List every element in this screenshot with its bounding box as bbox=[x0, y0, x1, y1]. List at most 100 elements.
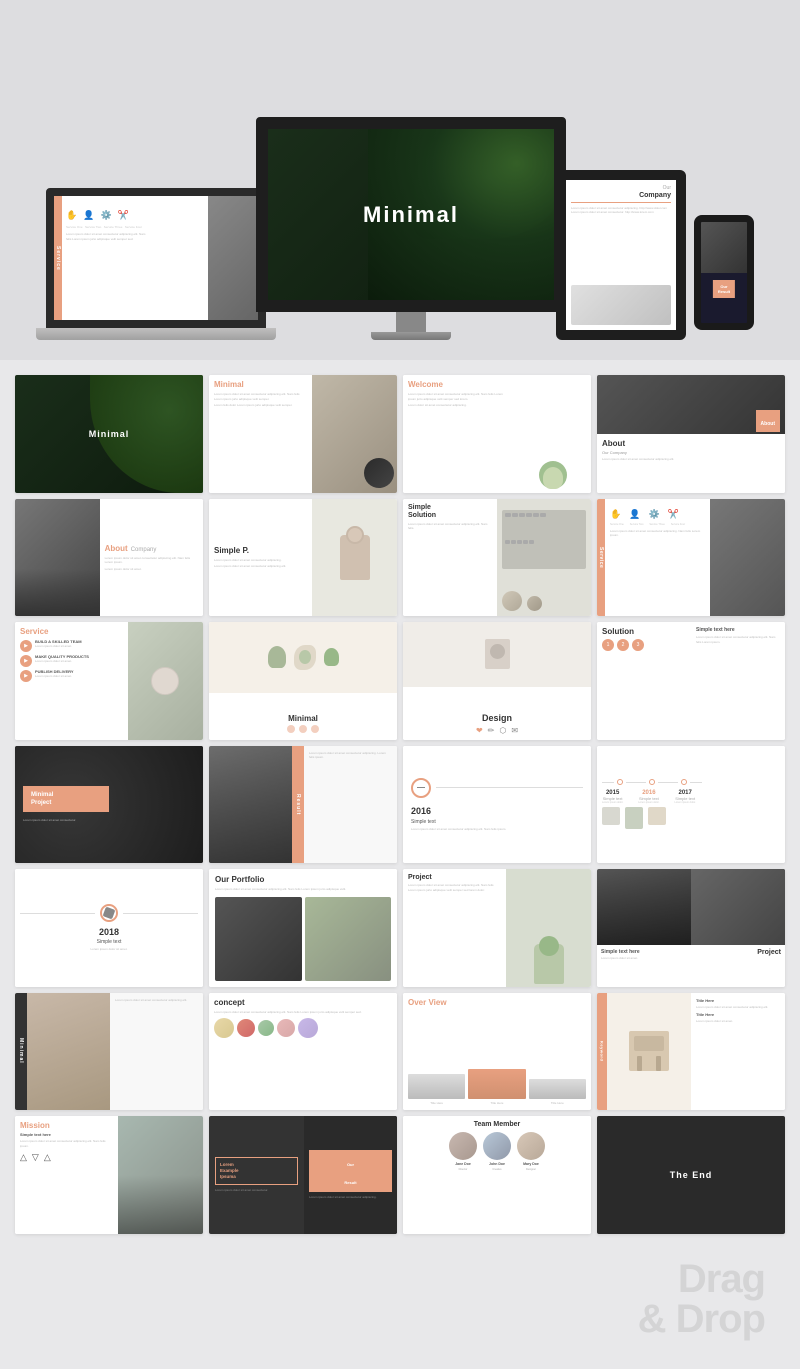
drag-drop-section: Drag& Drop bbox=[15, 1234, 785, 1354]
slide-27: Team Member Jane Doe Director John Doe C… bbox=[403, 1116, 591, 1234]
slide-25-simple: Simple text here bbox=[20, 1132, 113, 1137]
slide-24-body: Lorem ipsum dolor sit amet consectetur a… bbox=[696, 1005, 780, 1010]
slide-7-body: Lorem ipsum dolor sit amet consectetur a… bbox=[408, 522, 492, 531]
slide-23: Over View Title Here Title Here Title He… bbox=[403, 993, 591, 1111]
slide-9: Service ▶ BUILD A SKILLED TEAM Lorem ips… bbox=[15, 622, 203, 740]
slide-6-body: Lorem ipsum dolor sit amet consectetur a… bbox=[214, 558, 307, 563]
slide-12-step3: 3 bbox=[632, 639, 644, 651]
phone-screen: Our Result bbox=[694, 215, 754, 330]
laptop-icon-2: 👤 bbox=[83, 210, 94, 221]
laptop-service-label: Service bbox=[55, 246, 61, 271]
tablet-divider bbox=[571, 202, 671, 203]
monitor-device: Minimal bbox=[256, 117, 566, 340]
slide-22: concept Lorem ipsum dolor sit amet conse… bbox=[209, 993, 397, 1111]
slide-2-title: Minimal bbox=[214, 380, 307, 389]
laptop-icon-4: ✂️ bbox=[118, 210, 129, 221]
slide-25-icon1: △ bbox=[20, 1152, 27, 1163]
slide-3-body: Lorem ipsum dolor sit amet consectetur a… bbox=[408, 392, 511, 401]
laptop-body-text: Lorem ipsum dolor sit amet consectetur a… bbox=[66, 232, 204, 241]
slide-9-body2: Lorem ipsum dolor sit amet. bbox=[35, 659, 89, 663]
tablet-company-label: Company bbox=[571, 192, 671, 199]
slide-11: Design ❤ ✏ ⬡ ✉ bbox=[403, 622, 591, 740]
monitor-stand-neck bbox=[396, 312, 426, 332]
tablet-body: Lorem ipsum dolor sit amet consectetur a… bbox=[571, 206, 671, 286]
slide-20-project: Project bbox=[757, 949, 781, 956]
device-showcase: Service ✋ 👤 ⚙️ ✂️ Service One Service Tw… bbox=[20, 117, 780, 340]
slide-7-subtitle: Solution bbox=[408, 512, 492, 519]
slide-5-about: About bbox=[105, 544, 128, 553]
slide-12-body: Lorem ipsum dolor sit amet consectetur a… bbox=[696, 635, 780, 644]
laptop-icon-1: ✋ bbox=[66, 210, 77, 221]
slide-26-ipsuma: Ipsuma bbox=[220, 1174, 293, 1180]
phone-device: Our Result bbox=[694, 215, 754, 330]
slide-2-body: Lorem ipsum dolor sit amet consectetur a… bbox=[214, 392, 307, 401]
slide-16-body2: Lorem ipsum dolor. bbox=[638, 801, 659, 804]
drag-drop-text: Drag& Drop bbox=[638, 1259, 765, 1339]
tablet-device: Our Company Lorem ipsum dolor sit amet c… bbox=[556, 170, 686, 340]
slide-20-body: Lorem ipsum dolor sit amet. bbox=[601, 956, 754, 960]
slide-2: Minimal Lorem ipsum dolor sit amet conse… bbox=[209, 375, 397, 493]
slide-4: About Our Company Lorem ipsum dolor sit … bbox=[597, 375, 785, 493]
slide-19: Project Lorem ipsum dolor sit amet conse… bbox=[403, 869, 591, 987]
slide-17-body: Lorem ipsum dolor sit amet. bbox=[20, 947, 198, 952]
slide-16-body1: Lorem ipsum dolor. bbox=[602, 801, 623, 804]
monitor-stand-base bbox=[371, 332, 451, 340]
slide-24-title-here2: Title Here bbox=[696, 1012, 780, 1017]
slide-21-minimal-label: Minimal bbox=[18, 1038, 24, 1064]
slide-25-body: Lorem ipsum dolor sit amet consectetur a… bbox=[20, 1139, 113, 1148]
slide-1: Minimal bbox=[15, 375, 203, 493]
slide-10: Minimal bbox=[209, 622, 397, 740]
slide-1-title: Minimal bbox=[89, 429, 130, 439]
slide-6-title: Simple P. bbox=[214, 546, 307, 555]
slide-4-title: About bbox=[602, 439, 780, 448]
laptop-service-labels: Service One Service Two Service Three Se… bbox=[66, 225, 204, 229]
slide-19-title: Project bbox=[408, 874, 501, 881]
slide-8-service-label: Service bbox=[598, 547, 604, 568]
slide-7-title: Simple bbox=[408, 504, 492, 511]
slide-27-name3: Mary Doe bbox=[523, 1162, 539, 1166]
slide-15-year: 2016 bbox=[411, 806, 583, 816]
slide-16: 2015 Simple text Lorem ipsum dolor. 2016… bbox=[597, 746, 785, 864]
slide-28: The End bbox=[597, 1116, 785, 1234]
slide-5-body2: Lorem ipsum dolor sit amet. bbox=[105, 567, 198, 572]
slide-18-title: Our Portfolio bbox=[215, 875, 391, 884]
slide-25-icon2: ▽ bbox=[32, 1152, 39, 1163]
slide-5-company: Company bbox=[131, 547, 157, 553]
slide-27-role2: Creative bbox=[492, 1168, 501, 1171]
slide-11-title: Design bbox=[482, 713, 512, 723]
slide-11-icon4: ✉ bbox=[511, 726, 518, 735]
slide-23-label1: Title Here bbox=[408, 1101, 465, 1105]
slide-13-title: Minimal bbox=[31, 791, 101, 799]
slide-26-badge: Our Result bbox=[309, 1150, 392, 1192]
slide-8: Service ✋ 👤 ⚙️ ✂️ Service OneService Two… bbox=[597, 499, 785, 617]
slide-12: Solution 1 2 3 Simple text here Lorem ip… bbox=[597, 622, 785, 740]
slide-8-icon3: ⚙️ bbox=[648, 509, 659, 520]
slide-25: Mission Simple text here Lorem ipsum dol… bbox=[15, 1116, 203, 1234]
slide-12-step2: 2 bbox=[617, 639, 629, 651]
slide-27-title: Team Member bbox=[474, 1121, 521, 1128]
slide-23-title: Over View bbox=[408, 998, 586, 1007]
slide-4-subtitle: Our Company bbox=[602, 450, 780, 455]
slide-4-badge: About bbox=[756, 410, 780, 432]
monitor-title: Minimal bbox=[363, 202, 459, 228]
slide-24-keyword-label: Keyword bbox=[600, 1041, 605, 1061]
slide-14-body: Lorem ipsum dolor sit amet consectetur a… bbox=[309, 751, 392, 760]
slide-27-name1: Jane Doe bbox=[455, 1162, 471, 1166]
slide-5-body: Lorem ipsum dolor sit amet consectetur a… bbox=[105, 556, 198, 565]
monitor-screen: Minimal bbox=[256, 117, 566, 312]
slide-12-simple-text: Simple text here bbox=[696, 627, 780, 633]
slide-21: Minimal Lorem ipsum dolor sit amet conse… bbox=[15, 993, 203, 1111]
slide-24: Keyword Title Here Lorem ipsum dolor sit… bbox=[597, 993, 785, 1111]
slide-21-body: Lorem ipsum dolor sit amet consectetur a… bbox=[115, 998, 198, 1003]
hero-section: Service ✋ 👤 ⚙️ ✂️ Service One Service Tw… bbox=[0, 0, 800, 360]
slide-9-body1: Lorem ipsum dolor sit amet. bbox=[35, 644, 82, 648]
slide-27-name2: John Doe bbox=[489, 1162, 505, 1166]
slide-18-body: Lorem ipsum dolor sit amet consectetur a… bbox=[215, 887, 391, 892]
slide-17-year: 2018 bbox=[20, 927, 198, 937]
slide-3-body2: Lorem dolor sit amet consectetur adipisc… bbox=[408, 403, 511, 408]
slide-20-simple-text: Simple text here bbox=[601, 949, 754, 955]
slide-11-icon2: ✏ bbox=[488, 726, 495, 735]
slide-14-result-label: Result bbox=[295, 794, 301, 815]
slide-16-body3: Lorem ipsum dolor. bbox=[675, 801, 696, 804]
slide-17-simple: Simple text bbox=[20, 939, 198, 945]
